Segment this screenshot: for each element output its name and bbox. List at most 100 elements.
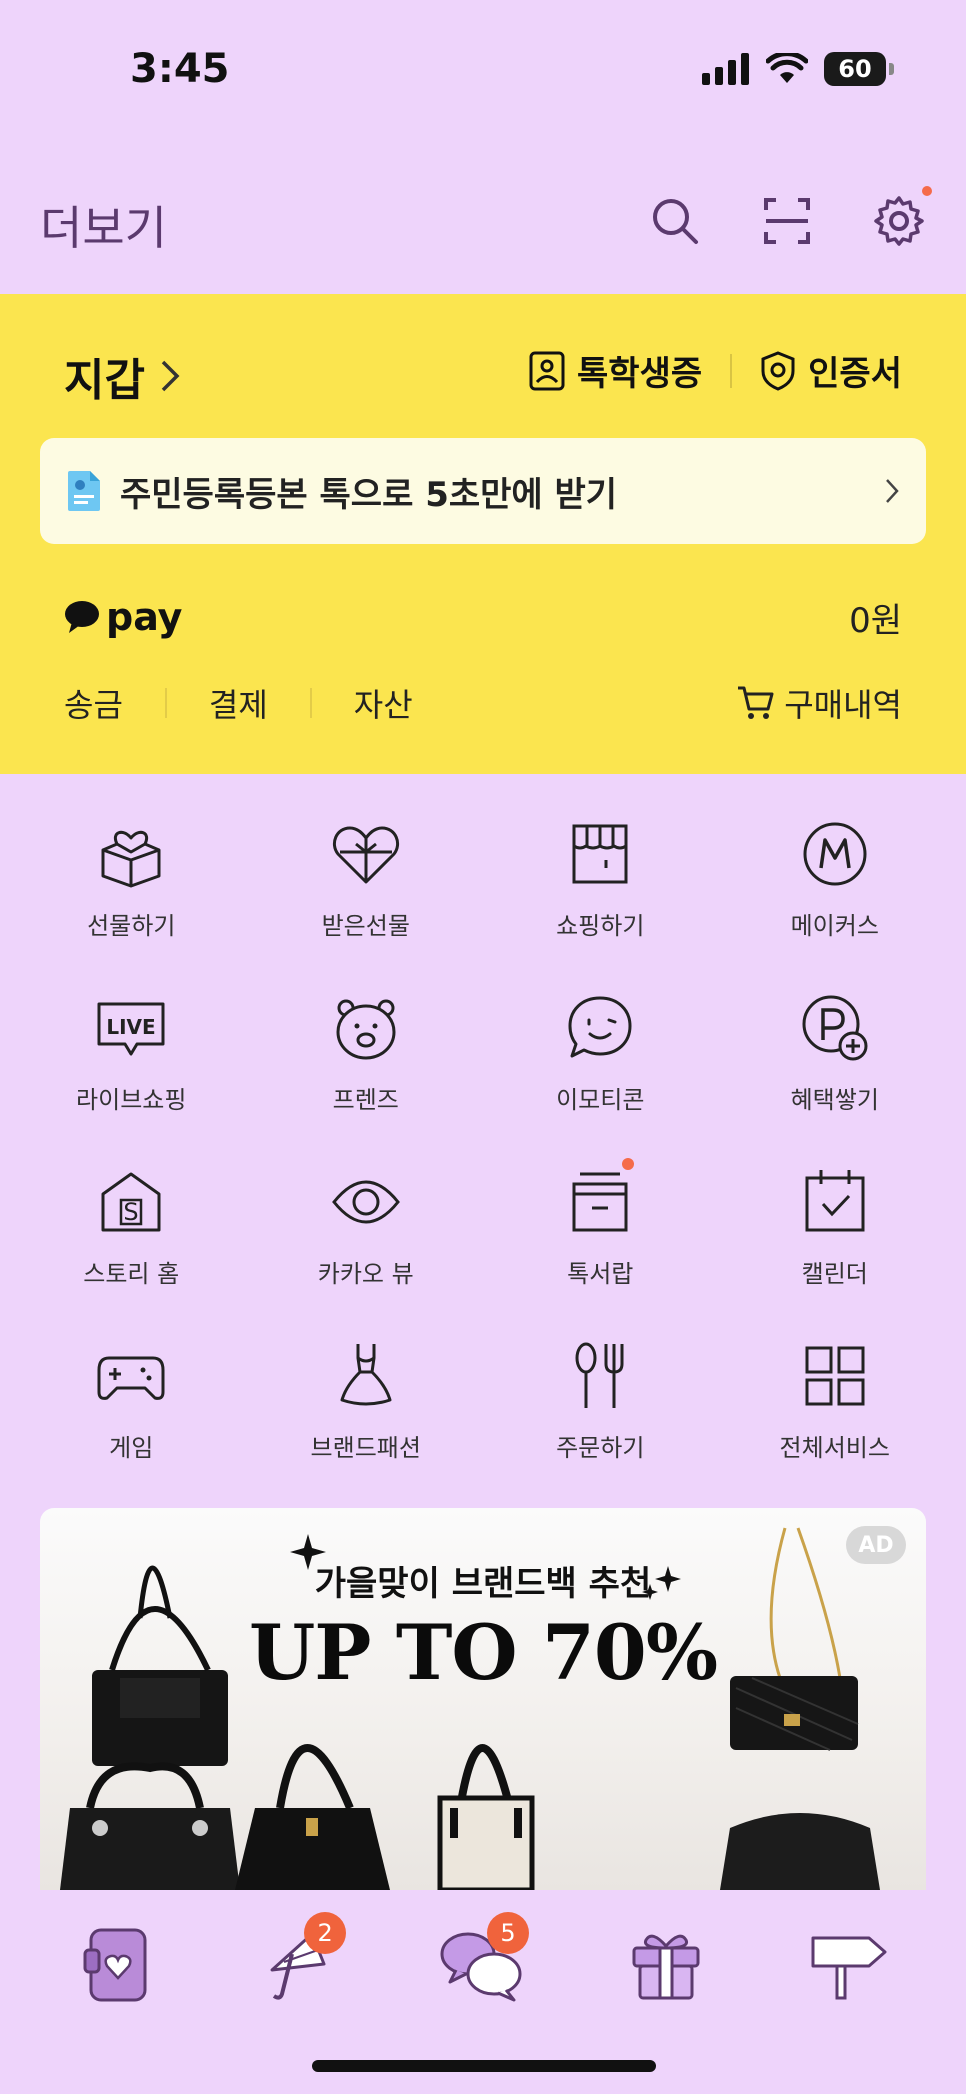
pay-logo-text: pay <box>106 595 183 639</box>
pay-logo: pay <box>64 595 182 639</box>
wallet-title-link[interactable]: 지갑 <box>64 344 181 408</box>
settings-button[interactable] <box>872 186 932 248</box>
service-label: 받은선물 <box>321 912 410 940</box>
service-label: 라이브쇼핑 <box>76 1086 187 1114</box>
nav-wallet[interactable] <box>67 1914 167 2014</box>
nav-umbrella[interactable]: 2 <box>250 1912 350 2014</box>
purchase-history-link[interactable]: 구매내역 <box>736 680 902 726</box>
service-order[interactable]: 주문하기 <box>483 1338 718 1466</box>
service-calendar[interactable]: 캘린더 <box>718 1164 953 1292</box>
calendar-icon <box>805 1170 865 1232</box>
wallet-links: 톡학생증 인증서 <box>529 346 902 395</box>
pay-menu-assets[interactable]: 자산 <box>354 680 413 726</box>
signpost-nav-icon <box>811 1936 887 2000</box>
battery-indicator: 60 <box>824 52 894 86</box>
gear-icon <box>874 196 924 246</box>
student-id-link[interactable]: 톡학생증 <box>529 346 702 395</box>
nav-chat[interactable]: 5 <box>433 1912 533 2014</box>
gift-nav-icon <box>632 1934 700 2000</box>
service-brand-fashion[interactable]: 브랜드패션 <box>249 1338 484 1466</box>
wifi-icon <box>766 53 808 83</box>
document-icon <box>68 471 100 511</box>
pay-balance: 0원 <box>849 600 902 641</box>
points-icon <box>802 995 868 1061</box>
search-icon <box>653 199 698 244</box>
makers-icon <box>803 822 867 886</box>
service-kakao-view[interactable]: 카카오 뷰 <box>249 1164 484 1292</box>
service-label: 캘린더 <box>801 1260 868 1288</box>
status-icons: 60 <box>702 52 894 86</box>
ad-badge: AD <box>846 1526 906 1564</box>
chevron-right-icon <box>886 479 899 503</box>
ad-banner[interactable]: 가을맞이 브랜드백 추천 UP TO 70% AD <box>40 1508 926 1890</box>
signal-icon <box>702 53 749 85</box>
scan-button[interactable] <box>760 194 814 248</box>
svg-text:S: S <box>124 1198 139 1226</box>
divider <box>309 688 312 718</box>
gift-box-icon <box>101 830 161 888</box>
service-label: 전체서비스 <box>779 1434 890 1462</box>
service-label: 선물하기 <box>87 912 176 940</box>
service-game[interactable]: 게임 <box>14 1338 249 1466</box>
purchase-history-label: 구매내역 <box>784 686 902 724</box>
settings-notification-dot <box>922 186 932 196</box>
service-label: 메이커스 <box>790 912 879 940</box>
pay-menu: 송금 결제 자산 구매내역 <box>64 678 902 728</box>
drawer-notification-dot <box>621 1158 634 1170</box>
service-received-gift[interactable]: 받은선물 <box>249 816 484 944</box>
page-title: 더보기 <box>40 201 167 255</box>
certificate-link[interactable]: 인증서 <box>760 346 902 395</box>
service-label: 프렌즈 <box>332 1086 399 1114</box>
service-live-shopping[interactable]: LIVE 라이브쇼핑 <box>14 990 249 1118</box>
header: 더보기 <box>0 180 966 290</box>
resident-registration-banner[interactable]: 주민등록등본 톡으로 5초만에 받기 <box>40 438 926 544</box>
store-icon <box>572 824 628 884</box>
dress-icon <box>340 1344 392 1406</box>
service-benefits[interactable]: 혜택쌓기 <box>718 990 953 1118</box>
student-id-label: 톡학생증 <box>577 354 703 394</box>
service-makers[interactable]: 메이커스 <box>718 816 953 944</box>
scan-icon <box>764 198 810 244</box>
service-grid: 선물하기 받은선물 쇼핑하기 메이커스 LIVE 라이브쇼핑 프렌즈 이모티콘 … <box>14 816 952 1466</box>
status-time: 3:45 <box>130 46 230 92</box>
cart-icon <box>738 686 774 719</box>
heart-gift-icon <box>332 826 399 884</box>
wallet-title: 지갑 <box>64 355 145 406</box>
emoticon-icon <box>568 996 632 1058</box>
header-actions <box>648 186 932 248</box>
svg-text:LIVE: LIVE <box>107 1015 156 1039</box>
home-indicator <box>312 2060 656 2072</box>
bottom-nav: 2 5 <box>0 1890 966 2094</box>
service-story-home[interactable]: S 스토리 홈 <box>14 1164 249 1292</box>
nav-more[interactable] <box>799 1914 899 2014</box>
fork-knife-icon <box>575 1342 624 1408</box>
battery-level: 60 <box>838 55 872 83</box>
service-gift[interactable]: 선물하기 <box>14 816 249 944</box>
pay-menu-transfer[interactable]: 송금 <box>64 680 123 726</box>
certificate-label: 인증서 <box>808 354 902 394</box>
service-all-services[interactable]: 전체서비스 <box>718 1338 953 1466</box>
search-button[interactable] <box>648 194 702 248</box>
speech-bubble-icon <box>65 601 99 633</box>
nav-gift[interactable] <box>616 1914 716 2014</box>
service-label: 게임 <box>109 1434 154 1462</box>
nav-badge: 2 <box>304 1912 347 1954</box>
grid-icon <box>805 1346 865 1406</box>
service-friends[interactable]: 프렌즈 <box>249 990 484 1118</box>
service-label: 스토리 홈 <box>83 1260 180 1288</box>
pay-menu-payment[interactable]: 결제 <box>209 680 268 726</box>
service-talk-drawer[interactable]: 톡서랍 <box>483 1158 718 1292</box>
service-emoticon[interactable]: 이모티콘 <box>483 990 718 1118</box>
service-label: 주문하기 <box>556 1434 645 1462</box>
divider <box>730 353 733 388</box>
divider <box>164 688 167 718</box>
nav-badge: 5 <box>486 1912 529 1954</box>
bottom-nav-items: 2 5 <box>0 1912 966 2014</box>
chevron-right-icon <box>161 360 180 392</box>
game-icon <box>97 1356 165 1400</box>
service-shopping[interactable]: 쇼핑하기 <box>483 816 718 944</box>
pay-row[interactable]: pay 0원 <box>64 592 902 642</box>
service-label: 이모티콘 <box>556 1086 645 1114</box>
service-label: 톡서랍 <box>567 1260 634 1288</box>
wallet-section: 지갑 톡학생증 인증서 주민등록등본 톡으로 5초만에 받기 pay 0원 송금… <box>0 294 966 774</box>
